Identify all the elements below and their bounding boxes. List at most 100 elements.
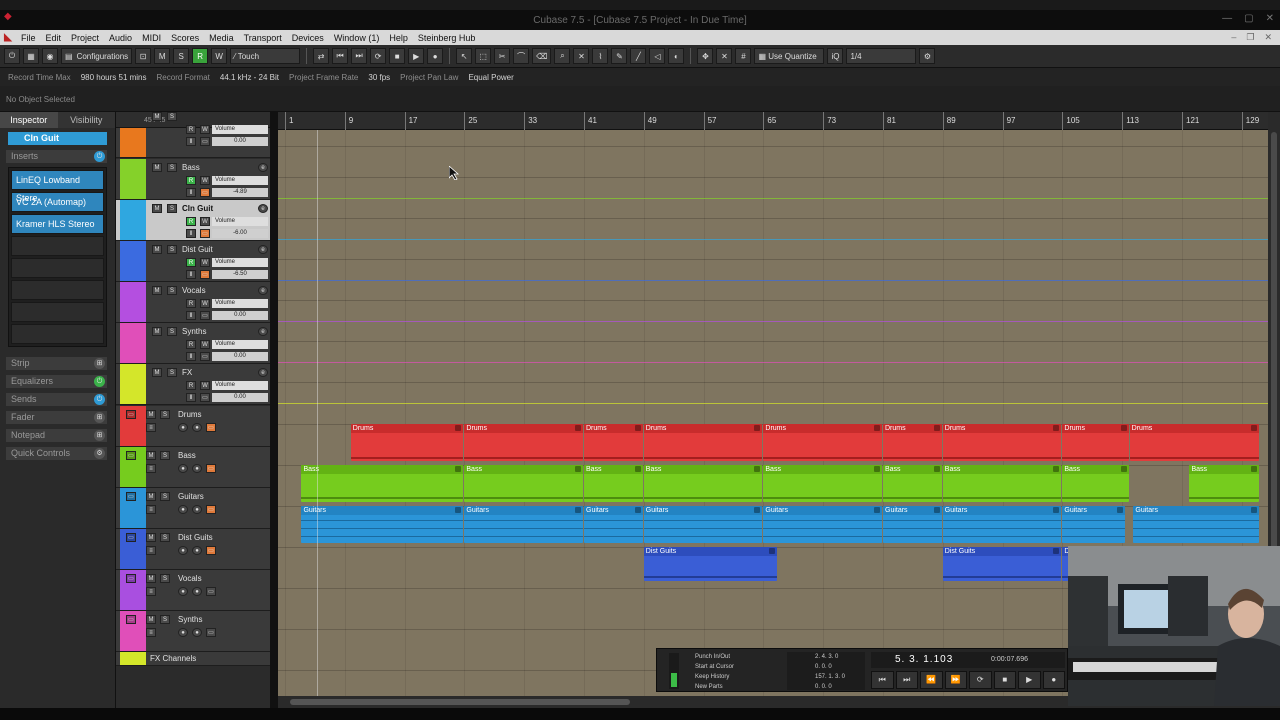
- write-button[interactable]: ●: [192, 505, 202, 514]
- guitars-part[interactable]: Guitars: [301, 506, 464, 543]
- automation-mode-select[interactable]: ⁄ Touch: [230, 48, 301, 64]
- insert-slot-3[interactable]: Kramer HLS Stereo: [11, 214, 104, 234]
- zoom-tool-icon[interactable]: ⌕: [554, 48, 571, 64]
- mute-button[interactable]: M: [146, 533, 156, 542]
- ruler-bar-marker[interactable]: 105: [1062, 112, 1080, 130]
- fader-section[interactable]: Fader ⊞: [6, 411, 107, 424]
- mute-button[interactable]: M: [146, 615, 156, 624]
- folder-icon[interactable]: ▭: [126, 492, 136, 501]
- folder-track[interactable]: ▭ M S Drums ≡ ● ● ▭: [116, 406, 270, 447]
- inspector-track-name[interactable]: Cln Guit: [8, 132, 107, 145]
- secondary-time-display[interactable]: 0:00:07.696: [991, 656, 1028, 663]
- group-track[interactable]: M S Synths e R W Volume Ⅱ ▭ 0.00: [116, 323, 270, 364]
- menu-steinberg-hub[interactable]: Steinberg Hub: [413, 33, 481, 43]
- edit-channel-button[interactable]: e: [258, 204, 268, 213]
- folder-track[interactable]: ▭ M S Synths ≡ ● ● ▭: [116, 611, 270, 652]
- solo-button[interactable]: S: [160, 492, 170, 501]
- read-automation-button[interactable]: R: [186, 125, 196, 134]
- folder-track[interactable]: ▭ M S Bass ≡ ● ● ▭: [116, 447, 270, 488]
- menu-devices[interactable]: Devices: [287, 33, 329, 43]
- strip-section[interactable]: Strip ⊞: [6, 357, 107, 370]
- snap-button[interactable]: ✥: [697, 48, 714, 64]
- automation-line[interactable]: [278, 403, 1268, 404]
- object-selection-tool-icon[interactable]: ↖: [456, 48, 473, 64]
- volume-value[interactable]: -6.50: [212, 270, 268, 279]
- quantize-value-select[interactable]: 1/4: [846, 48, 917, 64]
- read-automation-button[interactable]: R: [186, 340, 196, 349]
- iq-button[interactable]: iQ: [827, 48, 844, 64]
- solo-button[interactable]: S: [160, 574, 170, 583]
- solo-button[interactable]: S: [167, 286, 177, 295]
- activate-project-button[interactable]: ⏻: [4, 48, 20, 64]
- read-automation-button[interactable]: R: [186, 217, 196, 226]
- equalizers-section[interactable]: Equalizers ⏻: [6, 375, 107, 388]
- insert-slot-2[interactable]: VC 2A (Automap): [11, 192, 104, 212]
- eq-bypass-icon[interactable]: ⏻: [94, 376, 105, 387]
- autoscroll-icon[interactable]: ⇄: [313, 48, 330, 64]
- punch-in-out-option[interactable]: Punch In/Out: [695, 652, 734, 662]
- ruler-bar-marker[interactable]: 89: [942, 112, 956, 130]
- monitor-icon[interactable]: ▭: [206, 505, 216, 514]
- drums-part[interactable]: Drums: [1129, 424, 1260, 461]
- folder-track[interactable]: ▭ M S Vocals ≡ ● ● ▭: [116, 570, 270, 611]
- primary-position[interactable]: 5. 3. 1.103: [895, 654, 953, 665]
- automation-mute-button[interactable]: Ⅱ: [186, 393, 196, 402]
- write-button[interactable]: ●: [192, 628, 202, 637]
- track-name[interactable]: Cln Guit: [182, 204, 213, 213]
- fader-icon[interactable]: ⊞: [94, 412, 105, 423]
- menu-edit[interactable]: Edit: [41, 33, 67, 43]
- insert-slot-7[interactable]: [11, 302, 104, 322]
- tab-visibility[interactable]: Visibility: [57, 112, 115, 128]
- erase-tool-icon[interactable]: ⌫: [532, 48, 552, 64]
- write-button[interactable]: ●: [192, 423, 202, 432]
- drums-part[interactable]: Drums: [942, 424, 1062, 461]
- automation-line[interactable]: [278, 280, 1268, 281]
- insert-slot-8[interactable]: [11, 324, 104, 344]
- track-name[interactable]: Vocals: [178, 574, 202, 583]
- guitars-part[interactable]: Guitars: [584, 506, 643, 543]
- right-locator-offset[interactable]: 0. 0. 0: [815, 682, 865, 692]
- ruler-bar-marker[interactable]: 113: [1122, 112, 1139, 130]
- mute-button[interactable]: M: [146, 410, 156, 419]
- write-automation-button[interactable]: W: [200, 258, 210, 267]
- drums-part[interactable]: Drums: [763, 424, 882, 461]
- insert-slot-5[interactable]: [11, 258, 104, 278]
- frame-rate-value[interactable]: 30 fps: [368, 73, 390, 82]
- bass-part[interactable]: Bass: [1189, 465, 1260, 502]
- lock-icon[interactable]: ▭: [200, 137, 210, 146]
- line-tool-icon[interactable]: ╱: [630, 48, 647, 64]
- rewind-button[interactable]: ⏪: [920, 671, 943, 689]
- write-automation-button[interactable]: W: [200, 340, 210, 349]
- drums-part[interactable]: Drums: [883, 424, 942, 461]
- track-name[interactable]: FX: [182, 368, 192, 377]
- sends-bypass-icon[interactable]: ⏻: [94, 394, 105, 405]
- notepad-section[interactable]: Notepad ⊞: [6, 429, 107, 442]
- folder-icon[interactable]: ▭: [126, 533, 136, 542]
- read-button[interactable]: ●: [178, 423, 188, 432]
- record-button[interactable]: ●: [427, 48, 444, 64]
- range-selection-tool-icon[interactable]: ⬚: [475, 48, 492, 64]
- read-automation-button[interactable]: R: [186, 258, 196, 267]
- read-automation-button[interactable]: R: [192, 48, 209, 64]
- read-button[interactable]: ●: [178, 464, 188, 473]
- monitor-icon[interactable]: ▭: [206, 628, 216, 637]
- group-track[interactable]: M S Dist Guit e R W Volume Ⅱ ▭ -6.50: [116, 241, 270, 282]
- automation-mute-button[interactable]: Ⅱ: [186, 188, 196, 197]
- stop-button[interactable]: ■: [389, 48, 406, 64]
- automation-mute-button[interactable]: Ⅱ: [186, 137, 196, 146]
- automation-line[interactable]: [278, 362, 1268, 363]
- track-list-splitter[interactable]: [270, 112, 278, 708]
- solo-button[interactable]: S: [160, 451, 170, 460]
- guitars-part[interactable]: Guitars: [464, 506, 583, 543]
- drums-part[interactable]: Drums: [464, 424, 583, 461]
- volume-parameter[interactable]: Volume: [212, 125, 268, 134]
- menu-window[interactable]: Window (1): [329, 33, 385, 43]
- quantize-mode-select[interactable]: ▦ Use Quantize: [754, 48, 825, 64]
- go-to-next-marker-button[interactable]: ⏭: [351, 48, 368, 64]
- grid-type-button[interactable]: #: [735, 48, 752, 64]
- volume-parameter[interactable]: Volume: [212, 381, 268, 390]
- ruler-bar-marker[interactable]: 1: [285, 112, 293, 130]
- lock-icon[interactable]: ▭: [200, 393, 210, 402]
- ruler-bar-marker[interactable]: 97: [1002, 112, 1016, 130]
- automation-mute-button[interactable]: Ⅱ: [186, 229, 196, 238]
